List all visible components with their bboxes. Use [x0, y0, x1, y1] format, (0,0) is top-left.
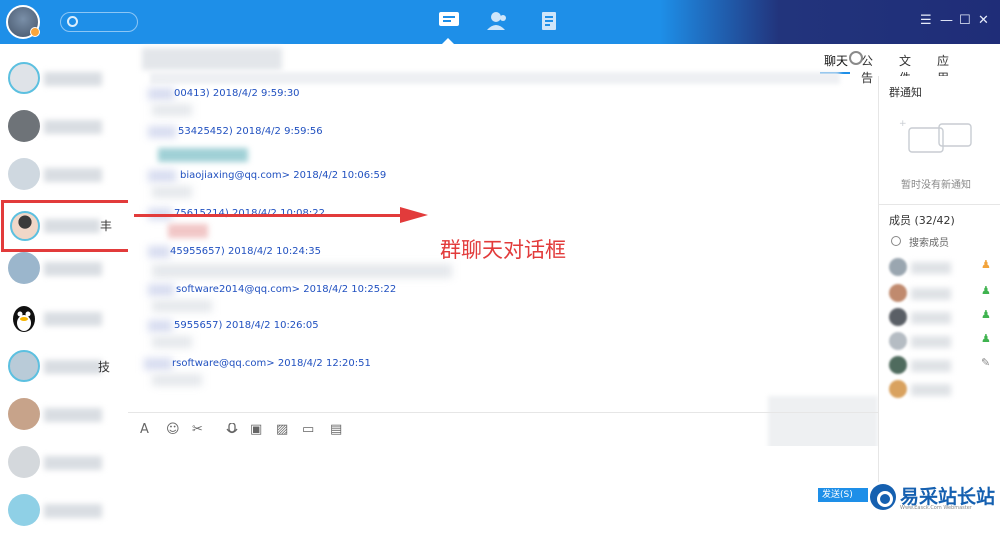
message-header: 53425452) 2018/4/2 9:59:56 — [178, 126, 323, 137]
list-item[interactable]: ♟ — [889, 284, 991, 304]
owner-icon: ♟ — [981, 258, 991, 271]
contact-name — [44, 312, 102, 326]
annotation-arrow — [134, 214, 404, 217]
annotation-label: 群聊天对话框 — [440, 238, 566, 262]
send-button[interactable]: 发送(S) — [818, 488, 868, 502]
contacts-icon[interactable] — [486, 10, 510, 32]
admin-icon: ♟ — [981, 332, 991, 345]
annotation-arrow-head — [400, 207, 428, 223]
list-item[interactable] — [0, 54, 128, 102]
message-header: rsoftware@qq.com> 2018/4/2 12:20:51 — [172, 358, 371, 369]
watermark-logo-icon — [870, 484, 896, 510]
list-item[interactable]: ♟ — [889, 308, 991, 328]
list-item[interactable] — [0, 294, 128, 342]
member-search-input[interactable]: 搜索成员 — [909, 234, 949, 249]
members-title: 成员 (32/42) — [889, 214, 955, 227]
status-dot — [30, 27, 40, 37]
emoji-icon[interactable]: ☺ — [166, 423, 180, 437]
minimize-icon[interactable]: — — [940, 14, 953, 28]
message-header: biaojiaxing@qq.com> 2018/4/2 10:06:59 — [180, 170, 387, 181]
message-header: software2014@qq.com> 2018/4/2 10:25:22 — [176, 284, 397, 295]
contact-name-suffix: 技 — [98, 360, 111, 374]
menu-icon[interactable]: ☰ — [920, 14, 932, 28]
avatar — [8, 350, 40, 382]
avatar — [8, 252, 40, 284]
tab-chat[interactable]: 聊天 — [824, 52, 848, 69]
svg-text:+: + — [899, 119, 907, 129]
notes-icon[interactable] — [537, 10, 561, 32]
empty-notice-icon: + — [899, 119, 972, 153]
list-item[interactable]: 技 — [0, 342, 128, 390]
message-header: 5955657) 2018/4/2 10:26:05 — [174, 320, 319, 331]
notice-empty-text: 暂时没有新通知 — [901, 180, 971, 191]
tab-announcement[interactable]: 公告 — [861, 52, 878, 86]
avatar — [10, 211, 40, 241]
watermark-subtext: Www.Easck.Com Webmaster — [900, 505, 972, 511]
voice-icon[interactable] — [226, 422, 240, 437]
pinned-notice — [150, 72, 840, 84]
list-item[interactable] — [0, 390, 128, 438]
image-icon[interactable]: ▨ — [276, 423, 290, 437]
contact-name — [44, 120, 102, 134]
list-item[interactable]: ♟ — [889, 258, 991, 278]
sticker-icon[interactable]: ▣ — [250, 423, 264, 437]
maximize-icon[interactable]: ☐ — [959, 14, 971, 28]
top-bar: ☰ — ☐ ✕ — [0, 0, 1000, 44]
font-icon[interactable]: A — [140, 423, 154, 437]
history-icon[interactable]: ▤ — [330, 423, 344, 437]
message-header: 00413) 2018/4/2 9:59:30 — [174, 88, 300, 99]
gear-icon[interactable] — [849, 51, 863, 65]
group-info-panel: 群通知 + 暂时没有新通知 成员 (32/42) 搜索成员 ♟ ♟ ♟ ♟ ✎ — [878, 76, 1000, 514]
avatar — [8, 398, 40, 430]
admin-icon: ♟ — [981, 308, 991, 321]
avatar — [8, 446, 40, 478]
message-header: 45955657) 2018/4/2 10:24:35 — [170, 246, 322, 257]
avatar — [8, 494, 40, 526]
avatar — [8, 158, 40, 190]
folder-icon[interactable]: ▭ — [302, 423, 316, 437]
contact-name — [44, 504, 102, 518]
list-item[interactable] — [0, 102, 128, 150]
avatar — [8, 110, 40, 142]
avatar — [8, 62, 40, 94]
chat-icon[interactable] — [437, 10, 461, 32]
input-toolbar: A ☺ ✂ ▣ ▨ ▭ ▤ — [128, 412, 878, 446]
list-item[interactable]: ♟ — [889, 332, 991, 352]
contact-name — [44, 168, 102, 182]
selected-group-item[interactable]: 丰 — [1, 200, 134, 252]
list-item[interactable]: ✎ — [889, 356, 990, 376]
search-input[interactable] — [60, 12, 138, 32]
close-icon[interactable]: ✕ — [978, 14, 989, 28]
list-item[interactable] — [889, 380, 989, 400]
contact-list: 技 — [0, 44, 128, 526]
contact-name — [44, 72, 102, 86]
list-item[interactable] — [0, 438, 128, 486]
admin-icon: ♟ — [981, 284, 991, 297]
screenshot-icon[interactable]: ✂ — [192, 423, 206, 437]
group-name-suffix: 丰 — [100, 219, 113, 233]
group-name — [44, 219, 100, 233]
notice-title: 群通知 — [889, 86, 922, 99]
chat-title — [142, 48, 282, 70]
search-icon — [891, 236, 901, 246]
list-item[interactable] — [0, 486, 128, 534]
penguin-icon — [13, 306, 35, 332]
contact-name — [44, 360, 102, 374]
contact-name — [44, 262, 102, 276]
my-avatar[interactable] — [6, 5, 40, 39]
contact-name — [44, 456, 102, 470]
site-watermark: 易采站长站 Www.Easck.Com Webmaster — [868, 482, 1000, 514]
list-item[interactable] — [0, 150, 128, 198]
contact-name — [44, 408, 102, 422]
message-input[interactable] — [128, 446, 878, 514]
search-icon — [67, 16, 78, 27]
edit-icon[interactable]: ✎ — [981, 356, 990, 369]
